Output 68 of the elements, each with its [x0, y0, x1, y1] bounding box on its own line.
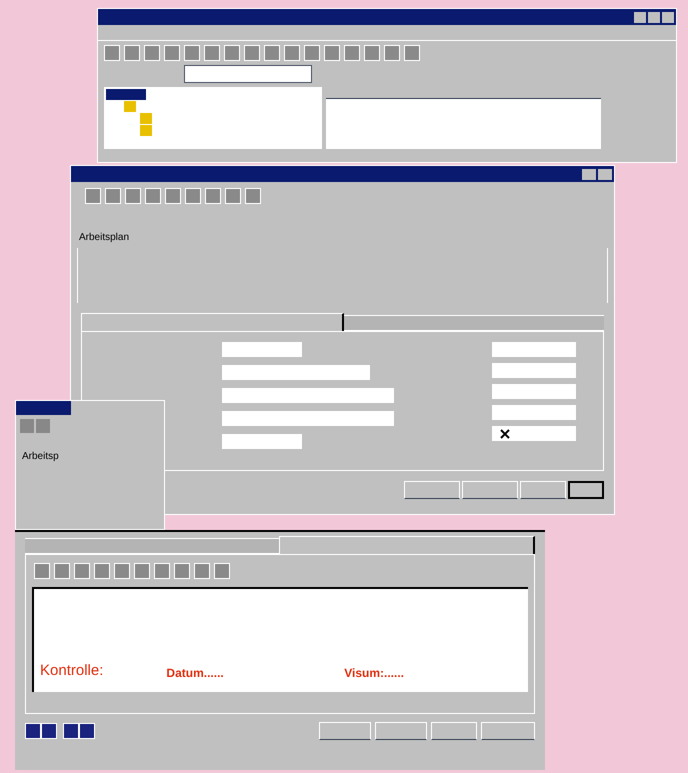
toolbar-button[interactable] [245, 188, 261, 204]
toolbar-button[interactable] [224, 45, 240, 61]
input-field[interactable] [222, 411, 394, 426]
toolbar-button[interactable] [184, 45, 200, 61]
first-record-button[interactable] [25, 723, 41, 739]
signature-line: Visum:...... [344, 665, 405, 682]
toolbar-button[interactable] [164, 45, 180, 61]
maximize-button[interactable] [648, 12, 660, 22]
toolbar-button[interactable] [264, 45, 280, 61]
toolbar-button[interactable] [204, 45, 220, 61]
toolbar-button[interactable] [124, 45, 140, 61]
toolbar-button[interactable] [384, 45, 400, 61]
tab[interactable] [25, 538, 278, 554]
toolbar-button[interactable] [225, 188, 241, 204]
toolbar-button[interactable] [214, 563, 230, 579]
toolbar-button[interactable] [94, 563, 110, 579]
toolbar-button[interactable] [284, 45, 300, 61]
tab[interactable] [278, 536, 535, 554]
toolbar-button[interactable] [154, 563, 170, 579]
toolbar-button[interactable] [34, 563, 50, 579]
input-field[interactable] [222, 434, 302, 449]
last-record-button[interactable] [79, 723, 95, 739]
tab[interactable] [81, 313, 344, 331]
minimize-button[interactable] [582, 168, 596, 180]
toolbar-button[interactable] [105, 188, 121, 204]
toolbar-button[interactable] [185, 188, 201, 204]
input-field[interactable] [222, 365, 370, 380]
check-mark-icon [500, 428, 510, 438]
minimize-button[interactable] [634, 12, 646, 22]
checkbox[interactable] [492, 426, 576, 441]
toolbar-button[interactable] [205, 188, 221, 204]
toolbar-button[interactable] [174, 563, 190, 579]
input-field[interactable] [492, 405, 576, 420]
toolbar-button[interactable] [364, 45, 380, 61]
toolbar-button[interactable] [165, 188, 181, 204]
toolbar-button[interactable] [404, 45, 420, 61]
action-button[interactable] [568, 481, 604, 499]
input-field[interactable] [184, 65, 312, 83]
close-button[interactable] [598, 168, 612, 180]
toolbar-button[interactable] [74, 563, 90, 579]
toolbar-button[interactable] [324, 45, 340, 61]
input-field[interactable] [492, 384, 576, 399]
input-field[interactable] [492, 363, 576, 378]
notes-area[interactable]: Kontrolle: Datum...... Visum:...... [32, 587, 528, 692]
tab[interactable] [344, 315, 604, 331]
previous-record-button[interactable] [41, 723, 57, 739]
toolbar-button[interactable] [85, 188, 101, 204]
toolbar-button[interactable] [244, 45, 260, 61]
toolbar-button[interactable] [125, 188, 141, 204]
toolbar-button[interactable] [54, 563, 70, 579]
next-record-button[interactable] [63, 723, 79, 739]
toolbar-button[interactable] [304, 45, 320, 61]
section-heading: Arbeitsp [22, 451, 59, 462]
section-heading: Arbeitsplan [79, 232, 130, 243]
toolbar-button[interactable] [145, 188, 161, 204]
toolbar-button[interactable] [144, 45, 160, 61]
close-button[interactable] [662, 12, 674, 22]
title-bar [16, 401, 71, 415]
input-field[interactable] [222, 342, 302, 357]
toolbar-button[interactable] [114, 563, 130, 579]
toolbar-button[interactable] [134, 563, 150, 579]
toolbar-button[interactable] [344, 45, 360, 61]
toolbar-button[interactable] [104, 45, 120, 61]
toolbar-button[interactable] [194, 563, 210, 579]
signature-line: Datum...... [166, 665, 225, 682]
input-field[interactable] [222, 388, 394, 403]
input-field[interactable] [492, 342, 576, 357]
control-label: Kontrolle: [40, 660, 104, 680]
